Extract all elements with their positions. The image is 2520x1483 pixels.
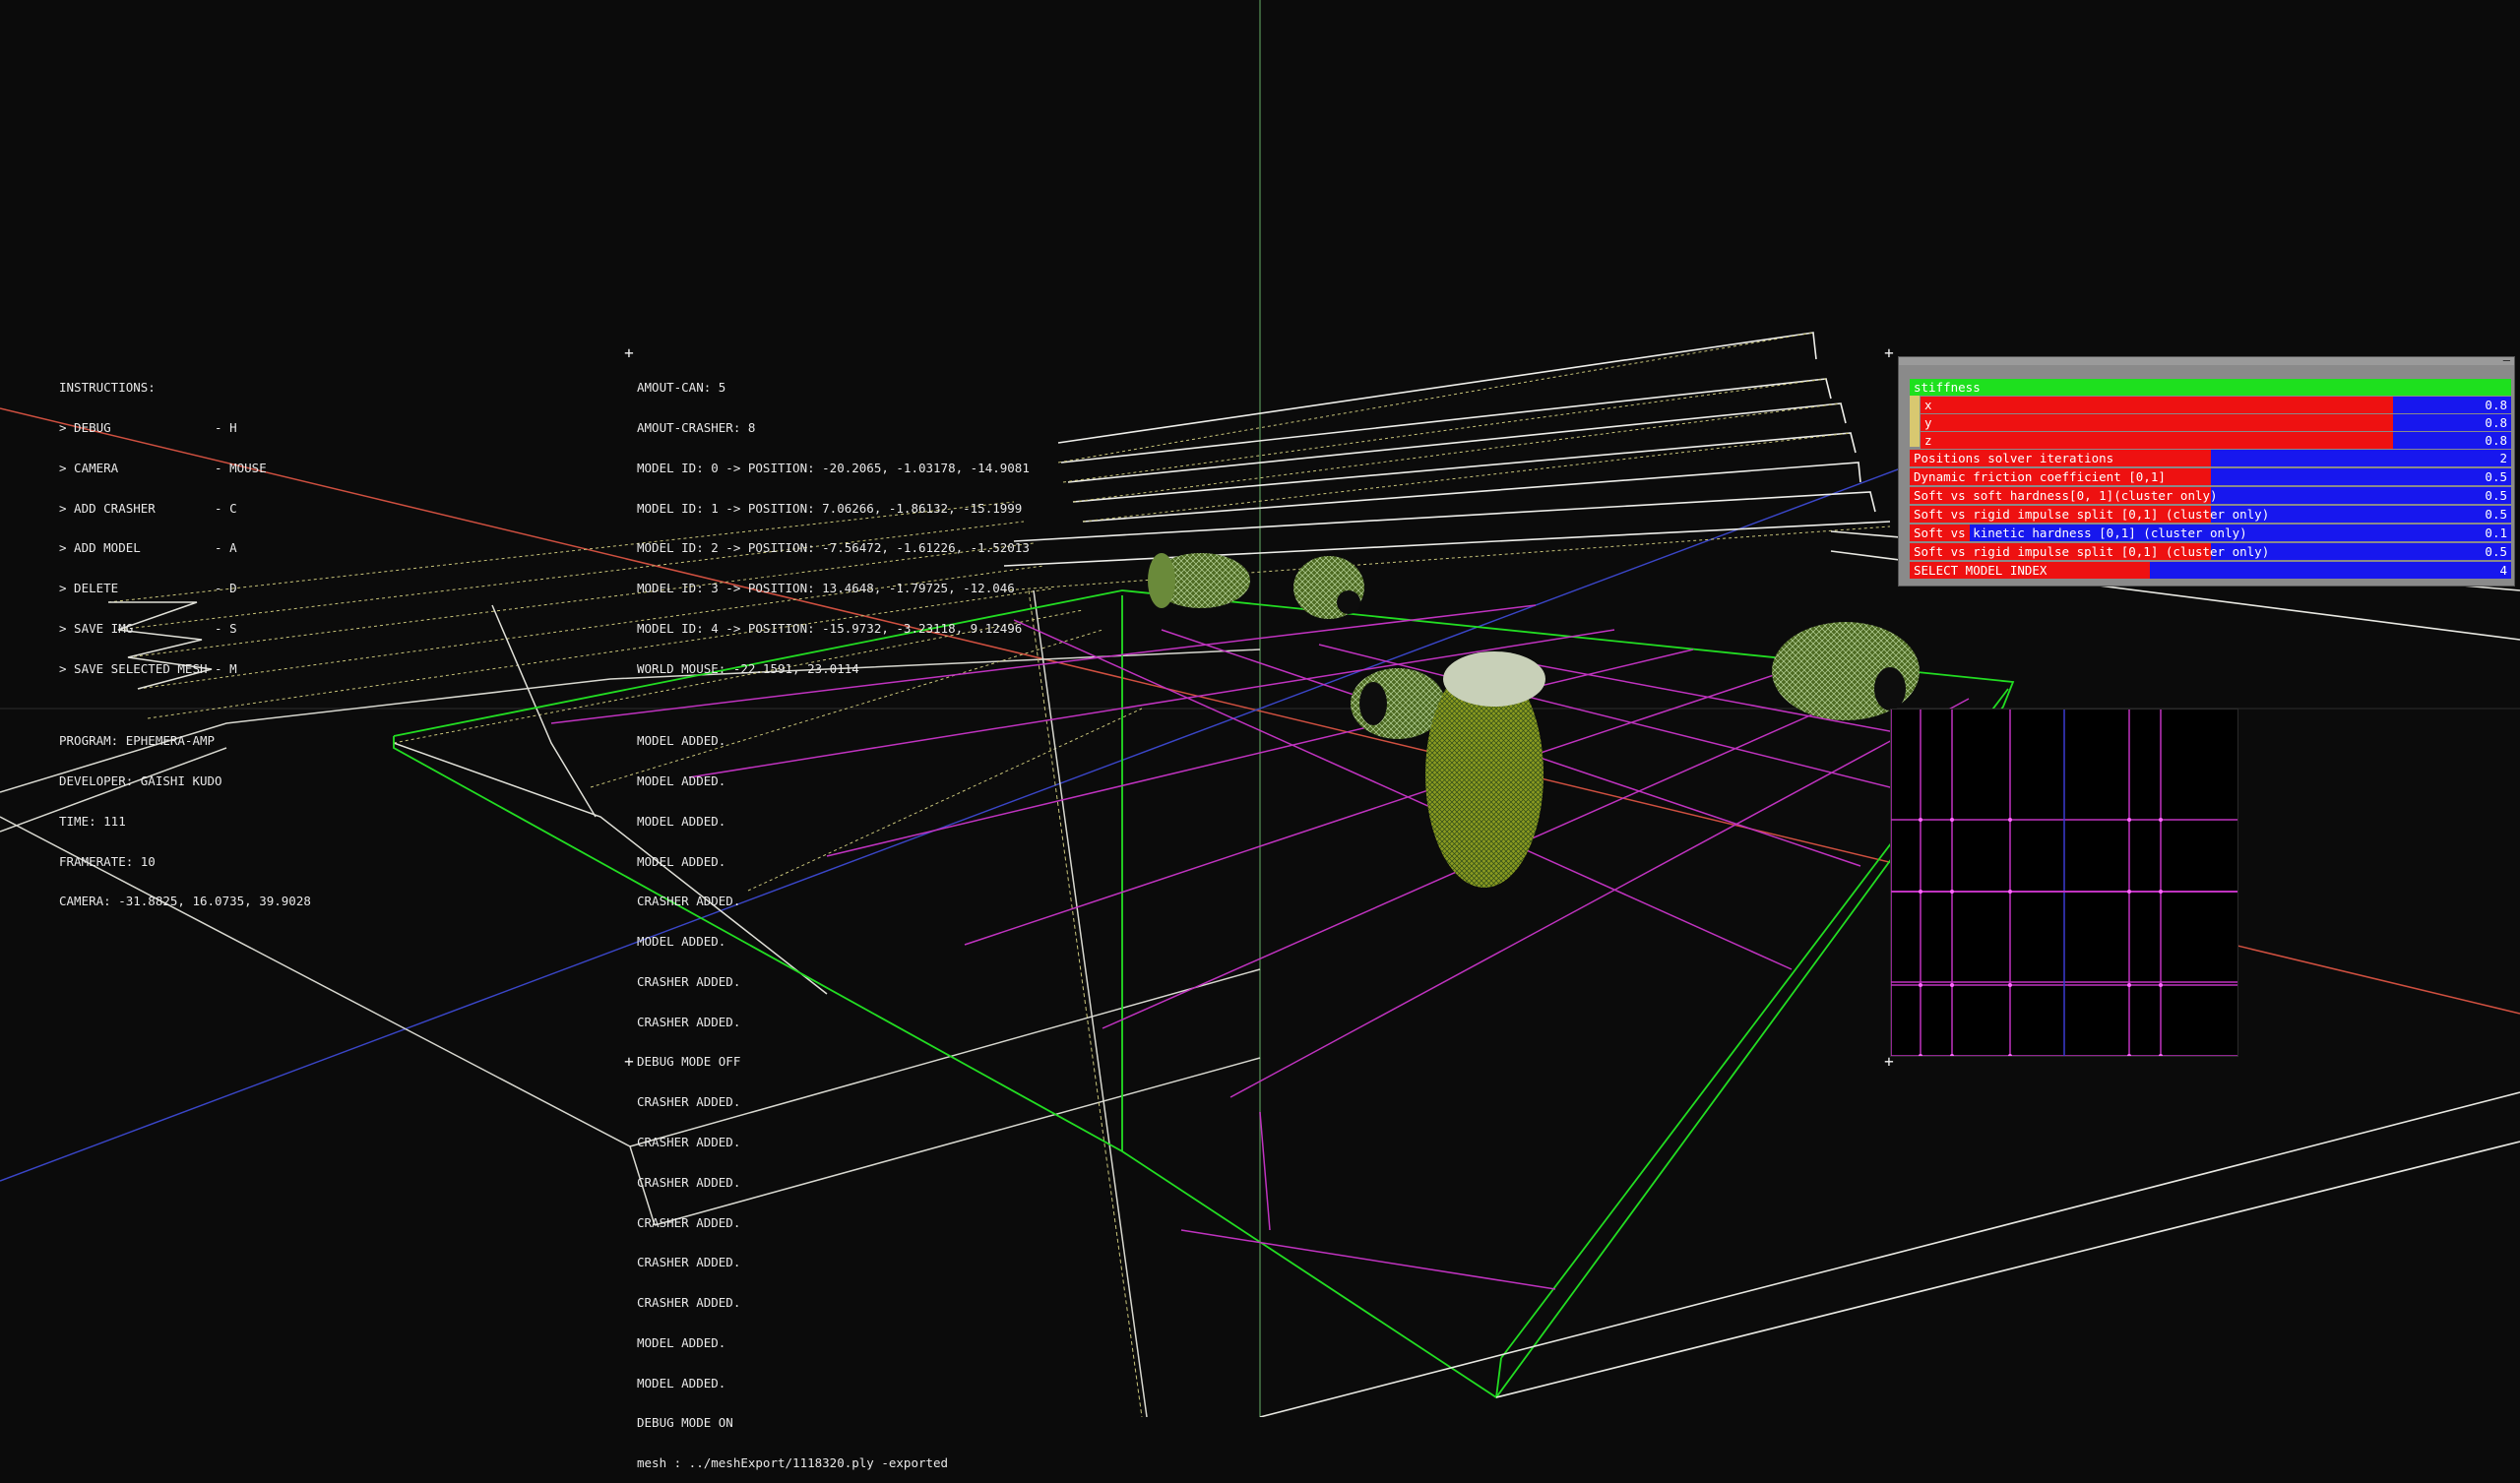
slider-value: 0.8	[2485, 415, 2507, 430]
log-entry: CRASHER ADDED.	[637, 1014, 741, 1029]
slider-label: Soft vs rigid impulse split [0,1] (clust…	[1914, 544, 2270, 559]
slider-label: Dynamic friction coefficient [0,1]	[1914, 469, 2166, 484]
log-entry: MODEL ADDED.	[637, 813, 726, 829]
stiffness-group-header[interactable]: stiffness	[1910, 379, 2511, 396]
slider-fill	[1921, 432, 2393, 449]
can-mesh-1	[1293, 556, 1364, 619]
slider-value: 0.5	[2485, 469, 2507, 484]
slider-label: Soft vs soft hardness[0, 1](cluster only…	[1914, 488, 2218, 503]
slider-label: x	[1924, 398, 1932, 412]
slider-value: 0.1	[2485, 525, 2507, 540]
log-entry: DEBUG MODE OFF	[637, 1054, 741, 1070]
model-position: MODEL ID: 1 -> POSITION: 7.06266, -1.861…	[637, 500, 1023, 516]
log-entry: MODEL ADDED.	[637, 772, 726, 788]
dynamic-friction-slider[interactable]: Dynamic friction coefficient [0,1] 0.5	[1910, 468, 2511, 485]
can-count: AMOUT-CAN: 5	[637, 380, 726, 396]
event-log: MODEL ADDED. MODEL ADDED. MODEL ADDED. M…	[637, 708, 948, 1483]
log-entry: CRASHER ADDED.	[637, 1174, 741, 1190]
panel-minimize-icon[interactable]: –	[2503, 353, 2510, 367]
slider-label: Soft vs kinetic hardness [0,1] (cluster …	[1914, 525, 2247, 540]
log-entry: CRASHER ADDED.	[637, 1255, 741, 1270]
log-entry: CRASHER ADDED.	[637, 1295, 741, 1311]
stiffness-z-slider[interactable]: z 0.8	[1921, 432, 2511, 449]
stiffness-group-indicator	[1910, 396, 1920, 447]
instructions-panel: INSTRUCTIONS: > DEBUG - H > CAMERA - MOU…	[59, 354, 267, 689]
log-entry: mesh : ../meshExport/1118320.ply -export…	[637, 1455, 949, 1471]
instruction-save-img: > SAVE IMG - S	[59, 620, 237, 636]
log-entry: DEBUG MODE ON	[637, 1415, 733, 1431]
log-entry: MODEL ADDED.	[637, 1334, 726, 1350]
log-entry: CRASHER ADDED.	[637, 894, 741, 909]
log-entry: MODEL ADDED.	[637, 934, 726, 950]
stiffness-group-label: stiffness	[1914, 380, 1981, 395]
slider-value: 4	[2499, 563, 2507, 578]
soft-rigid-impulse-slider-2[interactable]: Soft vs rigid impulse split [0,1] (clust…	[1910, 543, 2511, 560]
can-mesh-0	[1148, 553, 1250, 608]
log-entry: MODEL ADDED.	[637, 853, 726, 869]
slider-value: 0.5	[2485, 544, 2507, 559]
solver-iterations-slider[interactable]: Positions solver iterations 2	[1910, 450, 2511, 466]
model-info-panel: AMOUT-CAN: 5 AMOUT-CRASHER: 8 MODEL ID: …	[637, 354, 1030, 689]
log-entry: CRASHER ADDED.	[637, 1094, 741, 1110]
slider-label: z	[1924, 433, 1932, 448]
crosshair-marker: +	[1884, 343, 1894, 362]
slider-value: 0.5	[2485, 507, 2507, 522]
model-position: MODEL ID: 3 -> POSITION: 13.4648, -1.797…	[637, 581, 1015, 596]
stiffness-x-slider[interactable]: x 0.8	[1921, 397, 2511, 413]
crosshair-marker: +	[624, 343, 634, 362]
instruction-debug: > DEBUG - H	[59, 419, 237, 435]
camera-readout: CAMERA: -31.8825, 16.0735, 39.9028	[59, 894, 311, 909]
top-view-minimap[interactable]	[1890, 709, 2238, 1057]
log-entry: MODEL ADDED.	[637, 733, 726, 749]
log-entry: CRASHER ADDED.	[637, 973, 741, 989]
framerate-readout: FRAMERATE: 10	[59, 853, 156, 869]
time-readout: TIME: 111	[59, 813, 126, 829]
soft-soft-hardness-slider[interactable]: Soft vs soft hardness[0, 1](cluster only…	[1910, 487, 2511, 504]
instruction-add-model: > ADD MODEL - A	[59, 540, 237, 556]
instruction-save-mesh: > SAVE SELECTED MESH - M	[59, 660, 237, 676]
can-mesh-4	[1772, 622, 1920, 720]
instruction-delete: > DELETE - D	[59, 581, 237, 596]
instruction-camera: > CAMERA - MOUSE	[59, 460, 267, 475]
slider-value: 0.5	[2485, 488, 2507, 503]
program-name: PROGRAM: EPHEMERA-AMP	[59, 733, 216, 749]
soft-kinetic-hardness-slider[interactable]: Soft vs kinetic hardness [0,1] (cluster …	[1910, 525, 2511, 541]
stiffness-y-slider[interactable]: y 0.8	[1921, 414, 2511, 431]
log-entry: CRASHER ADDED.	[637, 1135, 741, 1149]
slider-fill	[1921, 397, 2393, 413]
panel-titlebar[interactable]	[1899, 357, 2514, 365]
slider-label: y	[1924, 415, 1932, 430]
instruction-add-crasher: > ADD CRASHER - C	[59, 500, 237, 516]
slider-value: 0.8	[2485, 398, 2507, 412]
physics-parameter-panel[interactable]: – stiffness x 0.8 y 0.8 z 0.8 Positions …	[1898, 353, 2515, 587]
model-position: MODEL ID: 2 -> POSITION: -7.56472, -1.61…	[637, 540, 1030, 556]
developer-name: DEVELOPER: GAISHI KUDO	[59, 772, 222, 788]
slider-label: Positions solver iterations	[1914, 451, 2114, 465]
slider-value: 2	[2499, 451, 2507, 465]
program-info-panel: PROGRAM: EPHEMERA-AMP DEVELOPER: GAISHI …	[59, 708, 311, 922]
slider-label: SELECT MODEL INDEX	[1914, 563, 2048, 578]
crasher-count: AMOUT-CRASHER: 8	[637, 419, 756, 435]
log-entry: CRASHER ADDED.	[637, 1214, 741, 1230]
slider-fill	[1921, 414, 2393, 431]
slider-label: Soft vs rigid impulse split [0,1] (clust…	[1914, 507, 2270, 522]
crosshair-marker: +	[624, 1052, 634, 1071]
log-entry: MODEL ADDED.	[637, 1375, 726, 1390]
instructions-title: INSTRUCTIONS:	[59, 380, 156, 396]
model-position: MODEL ID: 0 -> POSITION: -20.2065, -1.03…	[637, 460, 1030, 475]
model-position: MODEL ID: 4 -> POSITION: -15.9732, -3.23…	[637, 620, 1023, 636]
select-model-index-slider[interactable]: SELECT MODEL INDEX 4	[1910, 562, 2511, 579]
slider-value: 0.8	[2485, 433, 2507, 448]
world-mouse: WORLD MOUSE: -22.1591, 23.0114	[637, 660, 859, 676]
soft-rigid-impulse-slider[interactable]: Soft vs rigid impulse split [0,1] (clust…	[1910, 506, 2511, 523]
